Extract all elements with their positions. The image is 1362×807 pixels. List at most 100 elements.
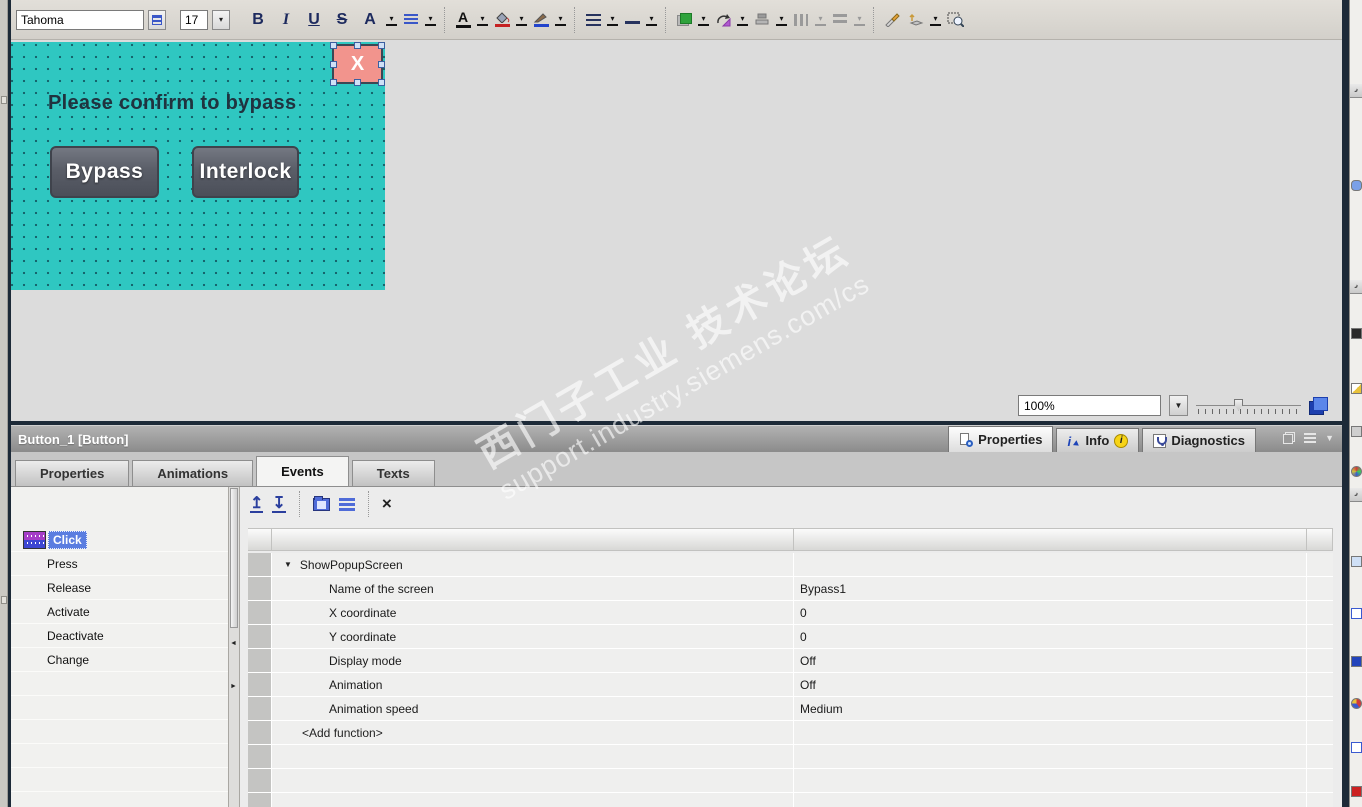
panel-icon[interactable] [1351,742,1362,753]
panel-icon[interactable] [1351,426,1362,437]
popup-close-button[interactable]: X [330,42,385,86]
screen-message-text[interactable]: Please confirm to bypass [48,92,296,115]
tab-properties-view[interactable]: Properties [948,426,1054,452]
popup-screen-canvas[interactable]: Please confirm to bypass Bypass Interloc… [11,42,385,290]
table-row-showpopupscreen[interactable]: ▼ ShowPopupScreen [248,553,1333,577]
event-list-item-activate[interactable]: Activate [11,600,228,624]
text-align-button[interactable] [401,10,421,30]
rotate-dropdown-icon[interactable]: ▾ [737,14,748,26]
tab-info-view[interactable]: i Info i [1056,428,1140,452]
left-scroll-button[interactable] [1,96,7,104]
tab-diagnostics-view[interactable]: Diagnostics [1142,428,1256,452]
row-header-cell[interactable] [248,553,272,577]
border-color-button[interactable] [531,10,551,30]
border-color-dropdown-icon[interactable]: ▾ [555,14,566,26]
splitter-expand-icon[interactable]: ► [230,683,237,690]
align-objects-button[interactable] [752,10,772,30]
panel-icon[interactable] [1351,786,1362,797]
table-row-animation-speed[interactable]: Animation speed Medium [248,697,1333,721]
delete-function-button[interactable]: × [382,494,392,514]
panel-icon[interactable] [1351,556,1362,567]
font-name-input[interactable] [16,9,144,30]
collapse-icon[interactable]: ▼ [1325,433,1334,443]
panel-section-chevron[interactable]: › [1350,84,1362,98]
object-fill-button[interactable] [674,10,694,30]
selection-handle[interactable] [330,79,337,86]
font-size-dropdown-icon[interactable]: ▾ [386,14,397,26]
font-color-dropdown-icon[interactable]: ▾ [477,14,488,26]
bold-button[interactable]: B [246,8,270,32]
event-list-item-deactivate[interactable]: Deactivate [11,624,228,648]
object-fill-dropdown-icon[interactable]: ▾ [698,14,709,26]
object-order-button[interactable] [906,10,926,30]
line-width-dropdown-icon[interactable]: ▾ [646,14,657,26]
event-list-scrollbar[interactable]: ◄ ► [228,487,240,807]
selection-handle[interactable] [378,79,385,86]
row-header-cell[interactable] [248,697,272,721]
tab-properties[interactable]: Properties [15,460,130,486]
line-style-dropdown-icon[interactable]: ▾ [607,14,618,26]
rotate-button[interactable] [713,10,733,30]
line-width-button[interactable] [622,10,642,30]
line-style-button[interactable] [583,10,603,30]
table-row-x-coordinate[interactable]: X coordinate 0 [248,601,1333,625]
panel-icon[interactable] [1351,656,1362,667]
collapse-list-button[interactable] [338,497,355,511]
move-down-button[interactable]: ↧ [272,495,286,513]
selection-handle[interactable] [354,79,361,86]
panel-icon[interactable] [1351,698,1362,709]
bypass-button[interactable]: Bypass [50,146,159,198]
row-header-cell[interactable] [248,721,272,745]
background-color-button[interactable] [492,10,512,30]
table-row-empty[interactable] [248,793,1333,807]
same-size-button[interactable] [830,10,850,30]
zoom-selection-button[interactable] [945,10,965,30]
format-painter-button[interactable] [882,10,902,30]
event-list-item-press[interactable]: Press [11,552,228,576]
panel-section-chevron[interactable]: › [1350,280,1362,294]
panel-icon[interactable] [1351,328,1362,339]
font-size-dropdown[interactable]: ▾ [212,9,230,30]
fit-to-screen-icon[interactable] [1309,396,1328,415]
splitter-collapse-icon[interactable]: ◄ [230,640,237,647]
font-list-button[interactable] [148,9,166,30]
table-row-animation[interactable]: Animation Off [248,673,1333,697]
zoom-slider[interactable] [1196,397,1301,415]
table-row-y-coordinate[interactable]: Y coordinate 0 [248,625,1333,649]
font-color-button[interactable]: A [453,10,473,30]
expander-icon[interactable]: ▼ [284,560,292,569]
align-objects-dropdown-icon[interactable]: ▾ [776,14,787,26]
table-row-empty[interactable] [248,745,1333,769]
selection-handle[interactable] [330,61,337,68]
selection-handle[interactable] [378,61,385,68]
left-scroll-button[interactable] [1,596,7,604]
scrollbar-thumb[interactable] [230,488,238,628]
table-row-empty[interactable] [248,769,1333,793]
panel-icon[interactable] [1351,608,1362,619]
row-header-cell[interactable] [248,649,272,673]
event-list-item-release[interactable]: Release [11,576,228,600]
table-row-display-mode[interactable]: Display mode Off [248,649,1333,673]
selection-handle[interactable] [330,42,337,49]
underline-button[interactable]: U [302,8,326,32]
tab-texts[interactable]: Texts [351,460,435,486]
zoom-dropdown-button[interactable]: ▼ [1169,395,1188,416]
tab-events[interactable]: Events [256,456,349,486]
window-list-icon[interactable] [1304,432,1317,444]
panel-icon[interactable] [1351,180,1362,191]
row-header-cell[interactable] [248,625,272,649]
float-window-icon[interactable] [1283,432,1296,444]
panel-icon[interactable] [1351,466,1362,477]
row-header-cell[interactable] [248,577,272,601]
row-header-cell[interactable] [248,601,272,625]
expand-folder-button[interactable] [312,495,330,511]
zoom-level-input[interactable] [1018,395,1161,416]
italic-button[interactable]: I [274,8,298,32]
row-header-cell[interactable] [248,673,272,697]
panel-section-chevron[interactable]: › [1350,488,1362,502]
interlock-button[interactable]: Interlock [192,146,299,198]
align-dropdown-icon[interactable]: ▾ [425,14,436,26]
selection-handle[interactable] [354,42,361,49]
table-row-screen-name[interactable]: Name of the screen Bypass1 [248,577,1333,601]
strikethrough-button[interactable]: S [330,8,354,32]
